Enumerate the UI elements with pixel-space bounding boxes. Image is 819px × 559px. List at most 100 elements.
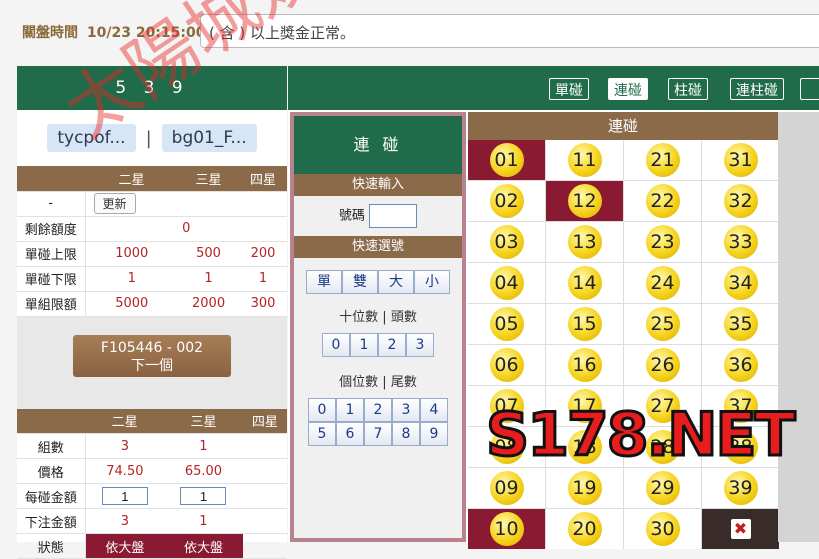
number-cell[interactable]: 32 bbox=[702, 181, 779, 221]
odd-button[interactable]: 單 bbox=[306, 270, 342, 294]
tab-combo[interactable]: 連碰 bbox=[608, 78, 648, 100]
number-ball[interactable]: 16 bbox=[568, 348, 602, 382]
notice-box: ( 含 ) 以上獎金正常。 bbox=[200, 14, 819, 48]
number-ball[interactable]: 30 bbox=[646, 512, 680, 546]
tens-button[interactable]: 1 bbox=[350, 333, 378, 357]
number-cell[interactable]: 20 bbox=[546, 509, 623, 549]
number-cell[interactable]: 13 bbox=[546, 222, 623, 262]
big-button[interactable]: 大 bbox=[378, 270, 414, 294]
number-ball[interactable]: 36 bbox=[724, 348, 758, 382]
number-ball[interactable]: 26 bbox=[646, 348, 680, 382]
number-ball[interactable]: 21 bbox=[646, 143, 680, 177]
number-ball[interactable]: 33 bbox=[724, 225, 758, 259]
units-button[interactable]: 0 bbox=[308, 398, 336, 422]
small-button[interactable]: 小 bbox=[414, 270, 450, 294]
number-ball[interactable]: 04 bbox=[490, 266, 524, 300]
number-cell[interactable]: 11 bbox=[546, 140, 623, 180]
close-icon[interactable]: ✖ bbox=[731, 519, 751, 539]
tens-button[interactable]: 2 bbox=[378, 333, 406, 357]
tab-single[interactable]: 單碰 bbox=[549, 78, 589, 100]
user-tag-2[interactable]: bg01_F... bbox=[162, 124, 257, 152]
number-ball[interactable]: 15 bbox=[568, 307, 602, 341]
number-cell[interactable]: 03 bbox=[468, 222, 545, 262]
even-button[interactable]: 雙 bbox=[342, 270, 378, 294]
user-tag-1[interactable]: tycpof... bbox=[47, 124, 135, 152]
scroll-area[interactable] bbox=[778, 112, 819, 542]
number-input[interactable] bbox=[369, 204, 417, 228]
tab-column[interactable]: 柱碰 bbox=[668, 78, 708, 100]
number-ball[interactable]: 24 bbox=[646, 266, 680, 300]
number-cell[interactable]: 21 bbox=[624, 140, 701, 180]
number-cell[interactable]: 24 bbox=[624, 263, 701, 303]
units-button[interactable]: 3 bbox=[392, 398, 420, 422]
number-cell[interactable]: 02 bbox=[468, 181, 545, 221]
number-ball[interactable]: 31 bbox=[724, 143, 758, 177]
number-ball[interactable]: 35 bbox=[724, 307, 758, 341]
refresh-button[interactable]: 更新 bbox=[94, 193, 136, 214]
number-cell[interactable]: 04 bbox=[468, 263, 545, 303]
number-cell[interactable]: 30 bbox=[624, 509, 701, 549]
units-button[interactable]: 9 bbox=[420, 422, 448, 446]
number-ball[interactable]: 20 bbox=[568, 512, 602, 546]
number-cell[interactable]: 06 bbox=[468, 345, 545, 385]
number-cell[interactable]: 19 bbox=[546, 468, 623, 508]
number-cell[interactable]: 15 bbox=[546, 304, 623, 344]
units-button[interactable]: 8 bbox=[392, 422, 420, 446]
number-ball[interactable]: 23 bbox=[646, 225, 680, 259]
number-ball[interactable]: 03 bbox=[490, 225, 524, 259]
quick-input-head: 快速輸入 bbox=[294, 174, 462, 196]
number-cell[interactable]: 29 bbox=[624, 468, 701, 508]
number-cell[interactable]: 22 bbox=[624, 181, 701, 221]
number-ball[interactable]: 11 bbox=[568, 143, 602, 177]
units-button[interactable]: 6 bbox=[336, 422, 364, 446]
number-cell[interactable]: 25 bbox=[624, 304, 701, 344]
number-cell[interactable]: 12 bbox=[546, 181, 623, 221]
number-ball[interactable]: 22 bbox=[646, 184, 680, 218]
number-cell[interactable]: 10 bbox=[468, 509, 545, 549]
number-ball[interactable]: 29 bbox=[646, 471, 680, 505]
number-ball[interactable]: 12 bbox=[568, 184, 602, 218]
number-cell[interactable]: 26 bbox=[624, 345, 701, 385]
row-label: 每碰金額 bbox=[17, 484, 85, 509]
number-ball[interactable]: 05 bbox=[490, 307, 524, 341]
number-cell[interactable]: 31 bbox=[702, 140, 779, 180]
number-cell[interactable]: 14 bbox=[546, 263, 623, 303]
number-ball[interactable]: 02 bbox=[490, 184, 524, 218]
number-cell[interactable]: 39 bbox=[702, 468, 779, 508]
tab-overflow[interactable] bbox=[800, 78, 819, 100]
number-cell[interactable]: 16 bbox=[546, 345, 623, 385]
number-cell[interactable]: 01 bbox=[468, 140, 545, 180]
number-ball[interactable]: 10 bbox=[490, 512, 524, 546]
units-button[interactable]: 5 bbox=[308, 422, 336, 446]
number-ball[interactable]: 13 bbox=[568, 225, 602, 259]
number-ball[interactable]: 32 bbox=[724, 184, 758, 218]
number-ball[interactable]: 39 bbox=[724, 471, 758, 505]
tab-column-combo[interactable]: 連柱碰 bbox=[730, 78, 784, 100]
odd-even-group: 單 雙 大 小 bbox=[294, 270, 462, 294]
number-ball[interactable]: 25 bbox=[646, 307, 680, 341]
number-cell[interactable]: 35 bbox=[702, 304, 779, 344]
units-button[interactable]: 1 bbox=[336, 398, 364, 422]
number-cell[interactable]: 34 bbox=[702, 263, 779, 303]
number-ball[interactable]: 06 bbox=[490, 348, 524, 382]
bet-cell: 1 bbox=[164, 434, 242, 459]
number-cell[interactable]: 09 bbox=[468, 468, 545, 508]
number-ball[interactable]: 34 bbox=[724, 266, 758, 300]
number-ball[interactable]: 19 bbox=[568, 471, 602, 505]
number-ball[interactable]: 09 bbox=[490, 471, 524, 505]
tens-button[interactable]: 0 bbox=[322, 333, 350, 357]
next-order-button[interactable]: F105446 - 002 下一個 bbox=[73, 335, 231, 377]
number-cell[interactable]: 36 bbox=[702, 345, 779, 385]
number-ball[interactable]: 01 bbox=[490, 143, 524, 177]
units-button[interactable]: 7 bbox=[364, 422, 392, 446]
units-button[interactable]: 2 bbox=[364, 398, 392, 422]
number-cell[interactable]: 33 bbox=[702, 222, 779, 262]
number-ball[interactable]: 14 bbox=[568, 266, 602, 300]
amount-input-2star[interactable] bbox=[102, 487, 148, 505]
amount-input-3star[interactable] bbox=[180, 487, 226, 505]
number-cell[interactable]: 23 bbox=[624, 222, 701, 262]
tens-button[interactable]: 3 bbox=[406, 333, 434, 357]
units-button[interactable]: 4 bbox=[420, 398, 448, 422]
number-cell[interactable]: 05 bbox=[468, 304, 545, 344]
clear-cell[interactable]: ✖ bbox=[702, 509, 779, 549]
